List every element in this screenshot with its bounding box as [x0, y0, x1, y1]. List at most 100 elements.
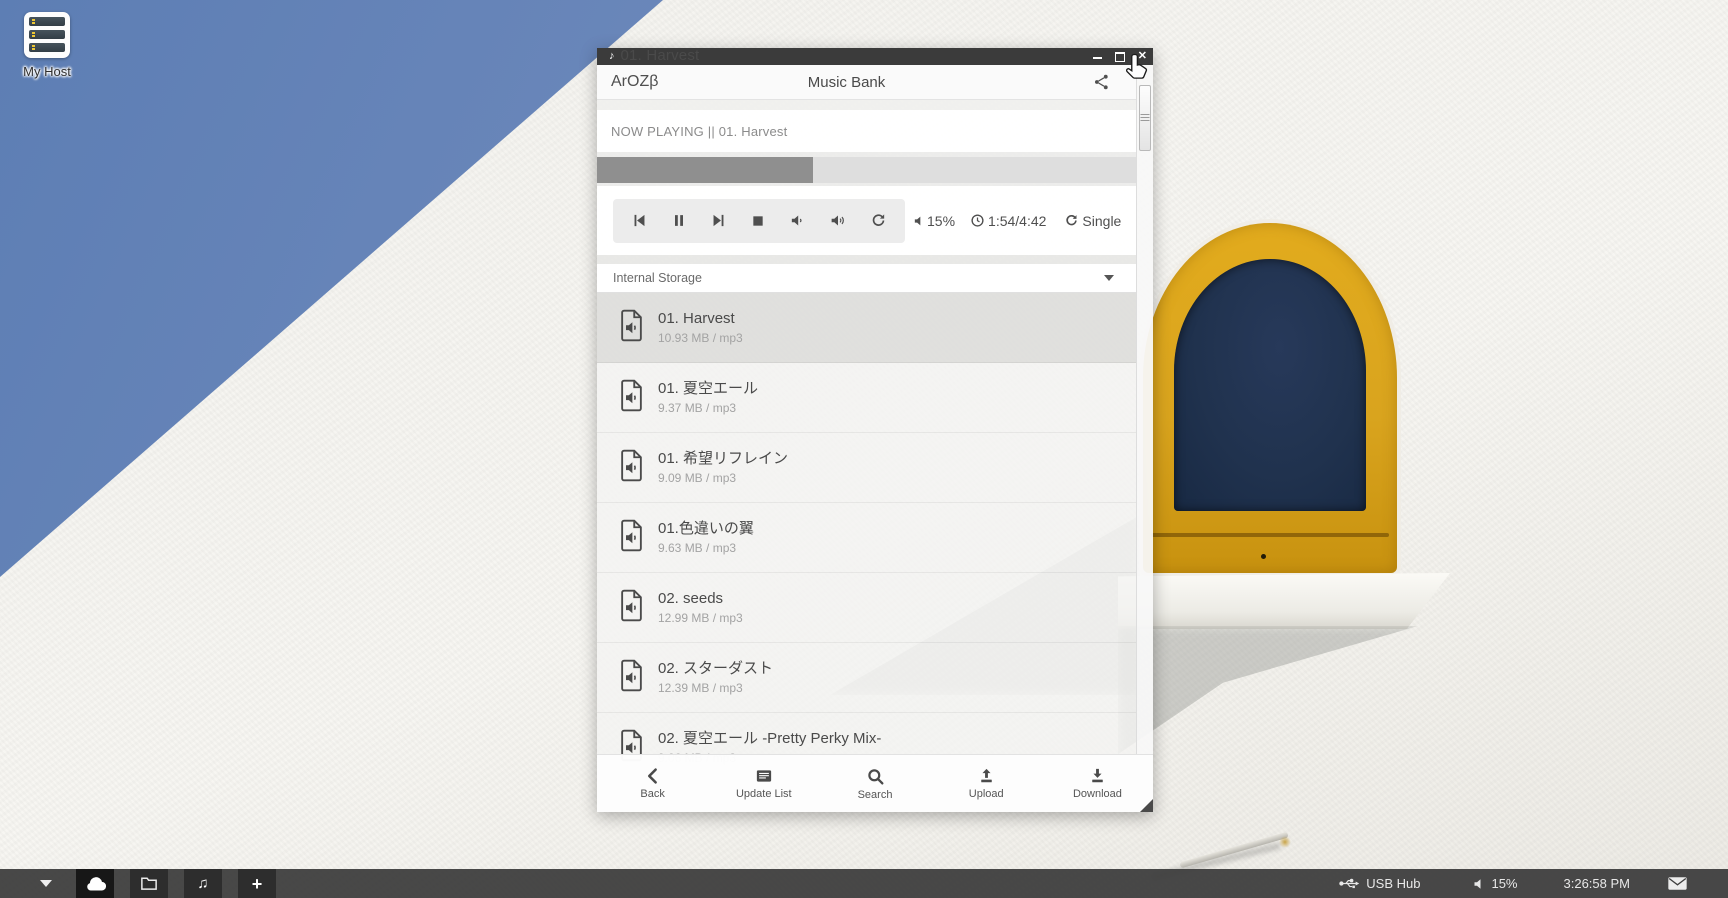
- taskbar-clock[interactable]: 3:26:58 PM: [1564, 876, 1631, 891]
- stop-button[interactable]: [750, 213, 766, 229]
- scrollbar[interactable]: [1136, 65, 1153, 812]
- music-note-icon: ♪: [609, 51, 615, 62]
- volume-indicator: 15%: [913, 213, 955, 229]
- loop-mode-value: Single: [1082, 213, 1121, 229]
- audio-file-icon: [618, 379, 645, 417]
- audio-file-icon: [618, 519, 645, 557]
- usb-hub-indicator[interactable]: USB Hub: [1339, 876, 1420, 891]
- arched-window-molding: [1151, 533, 1389, 537]
- download-icon: [1088, 767, 1107, 785]
- taskbar-volume-value: 15%: [1491, 876, 1517, 891]
- chevron-down-icon: [1104, 275, 1114, 281]
- wall-arched-window: [1143, 223, 1397, 573]
- window-sill: [1118, 573, 1450, 629]
- loop-mode-toggle[interactable]: Single: [1064, 213, 1121, 229]
- arched-window-glass: [1174, 259, 1366, 511]
- desktop: My Host ♪ 01. Harvest ✕ ArOZβ Music Bank: [0, 0, 1728, 898]
- track-title: 02. スターダスト: [658, 658, 773, 681]
- track-meta: 9.37 MB / mp3: [658, 400, 758, 417]
- taskbar-right: USB Hub 15% 3:26:58 PM: [1339, 876, 1688, 891]
- skip-next-button[interactable]: [710, 212, 727, 229]
- app-header: ArOZβ Music Bank: [597, 65, 1136, 100]
- scrollbar-grip: [1141, 114, 1150, 122]
- time-indicator: 1:54/4:42: [970, 213, 1046, 229]
- back-button[interactable]: Back: [597, 755, 708, 812]
- now-playing-text: NOW PLAYING || 01. Harvest: [611, 124, 787, 139]
- maximize-button[interactable]: [1115, 52, 1125, 62]
- storage-selector[interactable]: Internal Storage: [597, 264, 1136, 293]
- server-icon: [24, 12, 70, 58]
- track-row[interactable]: 01. Harvest 10.93 MB / mp3: [597, 293, 1136, 363]
- volume-icon: [913, 215, 924, 227]
- player-controls: 15% 1:54/4:42 Single: [597, 186, 1136, 255]
- cloud-icon: [85, 876, 106, 891]
- volume-up-button[interactable]: [829, 212, 847, 229]
- clock-icon: [970, 213, 985, 228]
- time-value: 1:54/4:42: [988, 213, 1046, 229]
- taskbar-cloud-button[interactable]: [76, 869, 114, 898]
- arched-window-knob: [1261, 554, 1266, 559]
- audio-file-icon: [618, 309, 645, 347]
- track-meta: 12.39 MB / mp3: [658, 680, 773, 697]
- track-title: 01.色違いの翼: [658, 518, 754, 541]
- folder-icon: [140, 876, 158, 891]
- track-meta: 9.09 MB / mp3: [658, 470, 788, 487]
- track-row[interactable]: 02. seeds 12.99 MB / mp3: [597, 573, 1136, 643]
- usb-icon: [1339, 876, 1360, 891]
- back-icon: [644, 767, 662, 785]
- track-title: 01. 希望リフレイン: [658, 448, 788, 471]
- update-list-icon: [754, 767, 774, 785]
- seek-bar[interactable]: [597, 157, 1136, 183]
- taskbar-mail-button[interactable]: [1667, 876, 1688, 891]
- resize-handle[interactable]: [1140, 799, 1153, 812]
- storage-selected-value: Internal Storage: [613, 271, 702, 285]
- track-list: 01. Harvest 10.93 MB / mp3 01. 夏空エール 9.3…: [597, 293, 1136, 812]
- taskbar: ♫ + USB Hub: [0, 869, 1728, 898]
- window-titlebar[interactable]: ♪ 01. Harvest ✕: [597, 48, 1153, 65]
- track-meta: 9.63 MB / mp3: [658, 540, 754, 557]
- audio-file-icon: [618, 659, 645, 697]
- repeat-button[interactable]: [870, 212, 887, 229]
- loop-mode-icon: [1064, 213, 1079, 228]
- now-playing-bar: NOW PLAYING || 01. Harvest: [597, 110, 1136, 152]
- scrollbar-thumb[interactable]: [1139, 85, 1151, 151]
- desktop-icon-label: My Host: [12, 64, 82, 79]
- track-title: 02. 夏空エール -Pretty Perky Mix-: [658, 728, 881, 751]
- search-button[interactable]: Search: [819, 755, 930, 812]
- taskbar-collapse-button[interactable]: [40, 880, 52, 887]
- track-row[interactable]: 01. 希望リフレイン 9.09 MB / mp3: [597, 433, 1136, 503]
- search-icon: [866, 767, 885, 786]
- update-list-button[interactable]: Update List: [708, 755, 819, 812]
- track-title: 02. seeds: [658, 588, 743, 611]
- taskbar-add-button[interactable]: +: [238, 869, 276, 898]
- track-row[interactable]: 01. 夏空エール 9.37 MB / mp3: [597, 363, 1136, 433]
- track-meta: 12.99 MB / mp3: [658, 610, 743, 627]
- taskbar-volume-indicator[interactable]: 15%: [1472, 876, 1517, 891]
- track-title: 01. 夏空エール: [658, 378, 758, 401]
- share-button[interactable]: [972, 73, 1122, 91]
- stick-tip: [1279, 836, 1291, 848]
- music-player-window: ♪ 01. Harvest ✕ ArOZβ Music Bank: [597, 48, 1153, 812]
- audio-file-icon: [618, 589, 645, 627]
- track-row[interactable]: 01.色違いの翼 9.63 MB / mp3: [597, 503, 1136, 573]
- taskbar-music-button[interactable]: ♫: [184, 869, 222, 898]
- taskbar-files-button[interactable]: [130, 869, 168, 898]
- upload-button[interactable]: Upload: [931, 755, 1042, 812]
- volume-down-button[interactable]: [789, 212, 806, 229]
- skip-previous-button[interactable]: [631, 212, 648, 229]
- plus-icon: +: [252, 875, 263, 893]
- track-row[interactable]: 02. スターダスト 12.39 MB / mp3: [597, 643, 1136, 713]
- desktop-icon-my-host[interactable]: My Host: [12, 12, 82, 79]
- window-body: ArOZβ Music Bank NOW PLAYING || 01. Harv…: [597, 65, 1153, 812]
- pause-button[interactable]: [671, 212, 687, 229]
- bottom-toolbar: Back Update List Search Upload Download: [597, 754, 1153, 812]
- taskbar-left: ♫ +: [0, 869, 292, 898]
- speaker-icon: [1472, 878, 1485, 890]
- share-icon: [1093, 73, 1110, 91]
- close-button[interactable]: ✕: [1138, 51, 1147, 62]
- audio-file-icon: [618, 449, 645, 487]
- spacer: [597, 100, 1136, 110]
- mail-icon: [1667, 876, 1688, 891]
- download-button[interactable]: Download: [1042, 755, 1153, 812]
- upload-icon: [977, 767, 996, 785]
